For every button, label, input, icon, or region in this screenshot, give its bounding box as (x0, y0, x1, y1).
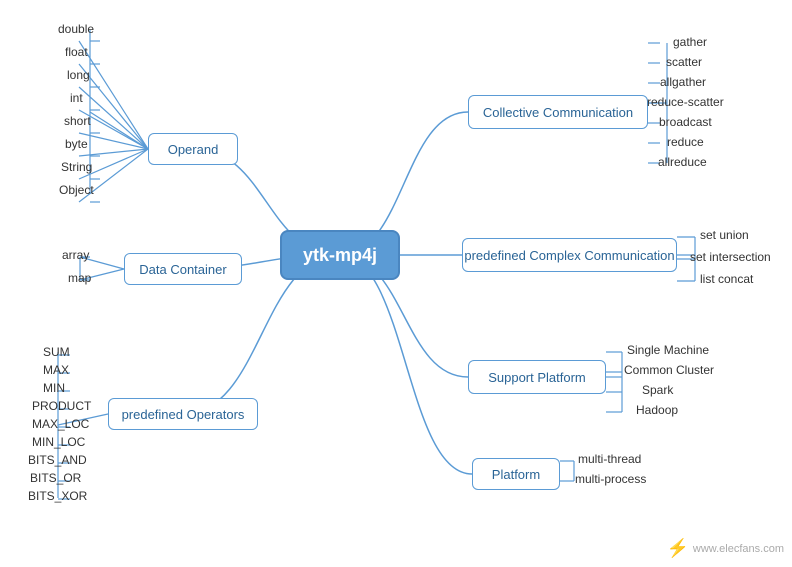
leaf-maxloc: MAX_LOC (32, 417, 89, 431)
leaf-sum: SUM (43, 345, 70, 359)
leaf-setunion: set union (700, 228, 749, 242)
collective-communication-node: Collective Communication (468, 95, 648, 129)
leaf-short: short (64, 114, 91, 128)
leaf-minloc: MIN_LOC (32, 435, 85, 449)
leaf-broadcast: broadcast (659, 115, 712, 129)
leaf-float: float (65, 45, 88, 59)
leaf-singlemachine: Single Machine (627, 343, 709, 357)
leaf-reducescatter: reduce-scatter (647, 95, 724, 109)
leaf-commoncluster: Common Cluster (624, 363, 714, 377)
leaf-multithread: multi-thread (578, 452, 641, 466)
leaf-max: MAX (43, 363, 69, 377)
leaf-map: map (68, 271, 91, 285)
center-node: ytk-mp4j (280, 230, 400, 280)
leaf-scatter: scatter (666, 55, 702, 69)
leaf-bitsor: BITS_OR (30, 471, 81, 485)
leaf-bitsxor: BITS_XOR (28, 489, 87, 503)
data-container-node: Data Container (124, 253, 242, 285)
platform-node: Platform (472, 458, 560, 490)
leaf-spark: Spark (642, 383, 673, 397)
operand-node: Operand (148, 133, 238, 165)
leaf-reduce: reduce (667, 135, 704, 149)
leaf-long: long (67, 68, 90, 82)
leaf-listconcat: list concat (700, 272, 753, 286)
leaf-object: Object (59, 183, 94, 197)
leaf-allreduce: allreduce (658, 155, 707, 169)
leaf-int: int (70, 91, 83, 105)
leaf-byte: byte (65, 137, 88, 151)
leaf-allgather: allgather (660, 75, 706, 89)
leaf-array: array (62, 248, 89, 262)
predefined-operators-node: predefined Operators (108, 398, 258, 430)
support-platform-node: Support Platform (468, 360, 606, 394)
leaf-bitsand: BITS_AND (28, 453, 87, 467)
leaf-hadoop: Hadoop (636, 403, 678, 417)
leaf-product: PRODUCT (32, 399, 91, 413)
leaf-setintersection: set intersection (690, 250, 771, 264)
leaf-gather: gather (673, 35, 707, 49)
leaf-double: double (58, 22, 94, 36)
leaf-min: MIN (43, 381, 65, 395)
predefined-complex-node: predefined Complex Communication (462, 238, 677, 272)
leaf-multiprocess: multi-process (575, 472, 646, 486)
leaf-string: String (61, 160, 92, 174)
watermark: ⚡ www.elecfans.com (666, 538, 784, 559)
